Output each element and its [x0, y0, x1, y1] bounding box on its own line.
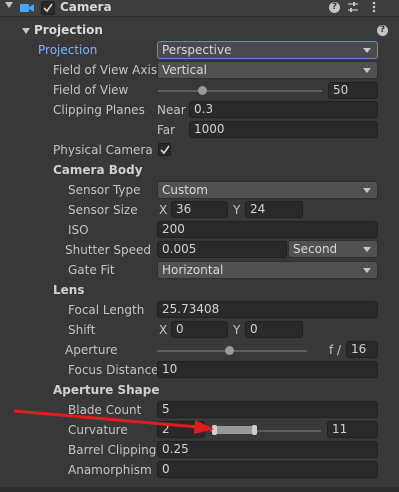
far-label: Far — [157, 123, 176, 137]
sensor-type-dropdown[interactable]: Custom — [157, 181, 378, 199]
curvature-max-handle[interactable] — [252, 425, 257, 435]
near-field[interactable]: 0.3 — [189, 101, 378, 118]
chevron-down-icon — [363, 48, 371, 53]
shutter-unit-dropdown[interactable]: Second — [288, 240, 378, 258]
aperture-label: Aperture — [65, 343, 118, 357]
component-enabled-checkbox[interactable] — [41, 1, 55, 15]
sensor-type-value: Custom — [162, 183, 208, 197]
chevron-down-icon — [363, 188, 371, 193]
component-foldout-icon[interactable] — [5, 2, 13, 8]
fov-axis-value: Vertical — [162, 63, 207, 77]
shift-y-label: Y — [233, 323, 241, 337]
fov-slider-thumb[interactable] — [197, 86, 207, 95]
camera-body-heading: Camera Body — [53, 163, 143, 177]
camera-inspector: Camera ? Projection ? Projection Perspec… — [0, 0, 399, 492]
projection-value: Perspective — [162, 43, 232, 57]
sensor-size-label: Sensor Size — [68, 203, 138, 217]
chevron-down-icon — [363, 268, 371, 273]
checkmark-icon — [43, 3, 53, 13]
curvature-range-bar[interactable] — [214, 426, 256, 434]
focus-distance-field[interactable]: 10 — [157, 361, 378, 378]
shutter-speed-label: Shutter Speed — [65, 243, 151, 257]
anamorphism-label: Anamorphism — [68, 463, 152, 477]
curvature-max-field[interactable]: 11 — [327, 421, 378, 438]
aperture-f-prefix: f / — [329, 343, 342, 357]
shutter-speed-field[interactable]: 0.005 — [157, 241, 287, 258]
sensor-y-label: Y — [233, 203, 241, 217]
checkmark-icon — [160, 145, 170, 155]
projection-dropdown[interactable]: Perspective — [157, 41, 378, 59]
far-field[interactable]: 1000 — [189, 121, 378, 138]
projection-label: Projection — [38, 43, 98, 57]
shutter-unit-value: Second — [293, 242, 338, 256]
iso-field[interactable]: 200 — [157, 221, 378, 238]
shift-label: Shift — [68, 323, 96, 337]
shift-y-field[interactable]: 0 — [245, 321, 303, 338]
physical-camera-checkbox[interactable] — [158, 143, 171, 156]
projection-help-icon[interactable]: ? — [377, 25, 388, 36]
shift-x-field[interactable]: 0 — [171, 321, 228, 338]
aperture-shape-heading: Aperture Shape — [53, 383, 160, 397]
sensor-x-label: X — [159, 203, 168, 217]
gate-fit-label: Gate Fit — [68, 263, 115, 277]
focal-length-label: Focal Length — [68, 303, 145, 317]
sensor-y-field[interactable]: 24 — [245, 201, 303, 218]
aperture-slider-thumb[interactable] — [225, 346, 234, 355]
curvature-label: Curvature — [68, 423, 128, 437]
bottom-edge — [0, 487, 399, 492]
blade-count-label: Blade Count — [68, 403, 142, 417]
gate-fit-value: Horizontal — [162, 263, 224, 277]
shift-x-label: X — [159, 323, 168, 337]
help-icon[interactable]: ? — [329, 2, 340, 13]
near-label: Near — [157, 103, 186, 117]
component-title: Camera — [60, 0, 112, 14]
curvature-min-handle[interactable] — [212, 425, 217, 435]
sensor-x-field[interactable]: 36 — [171, 201, 228, 218]
iso-label: ISO — [68, 223, 89, 237]
lens-heading: Lens — [53, 283, 85, 297]
more-options-icon[interactable] — [372, 1, 376, 13]
fov-field[interactable]: 50 — [328, 82, 378, 99]
curvature-min-field[interactable]: 2 — [157, 421, 205, 438]
fov-label: Field of View — [53, 83, 129, 97]
blade-count-field[interactable]: 5 — [157, 401, 378, 418]
fov-axis-label: Field of View Axis — [53, 63, 158, 77]
chevron-down-icon — [363, 247, 371, 252]
fov-axis-dropdown[interactable]: Vertical — [157, 61, 378, 79]
presets-icon[interactable] — [347, 1, 359, 13]
projection-section-title: Projection — [34, 23, 103, 37]
barrel-clipping-label: Barrel Clipping — [68, 443, 157, 457]
aperture-field[interactable]: 16 — [346, 341, 378, 358]
focal-length-field[interactable]: 25.73408 — [157, 301, 378, 318]
physical-camera-label: Physical Camera — [53, 143, 153, 157]
gate-fit-dropdown[interactable]: Horizontal — [157, 261, 378, 279]
barrel-clipping-field[interactable]: 0.25 — [157, 441, 378, 458]
camera-icon — [20, 4, 34, 12]
focus-distance-label: Focus Distance — [68, 363, 159, 377]
anamorphism-field[interactable]: 0 — [157, 461, 378, 478]
fov-slider-track[interactable] — [158, 90, 322, 92]
chevron-down-icon — [363, 68, 371, 73]
component-header: Camera ? — [0, 0, 399, 17]
projection-section-header[interactable]: Projection ? — [0, 21, 399, 39]
clipping-planes-label: Clipping Planes — [53, 103, 145, 117]
projection-foldout-icon[interactable] — [22, 28, 30, 34]
sensor-type-label: Sensor Type — [68, 183, 141, 197]
